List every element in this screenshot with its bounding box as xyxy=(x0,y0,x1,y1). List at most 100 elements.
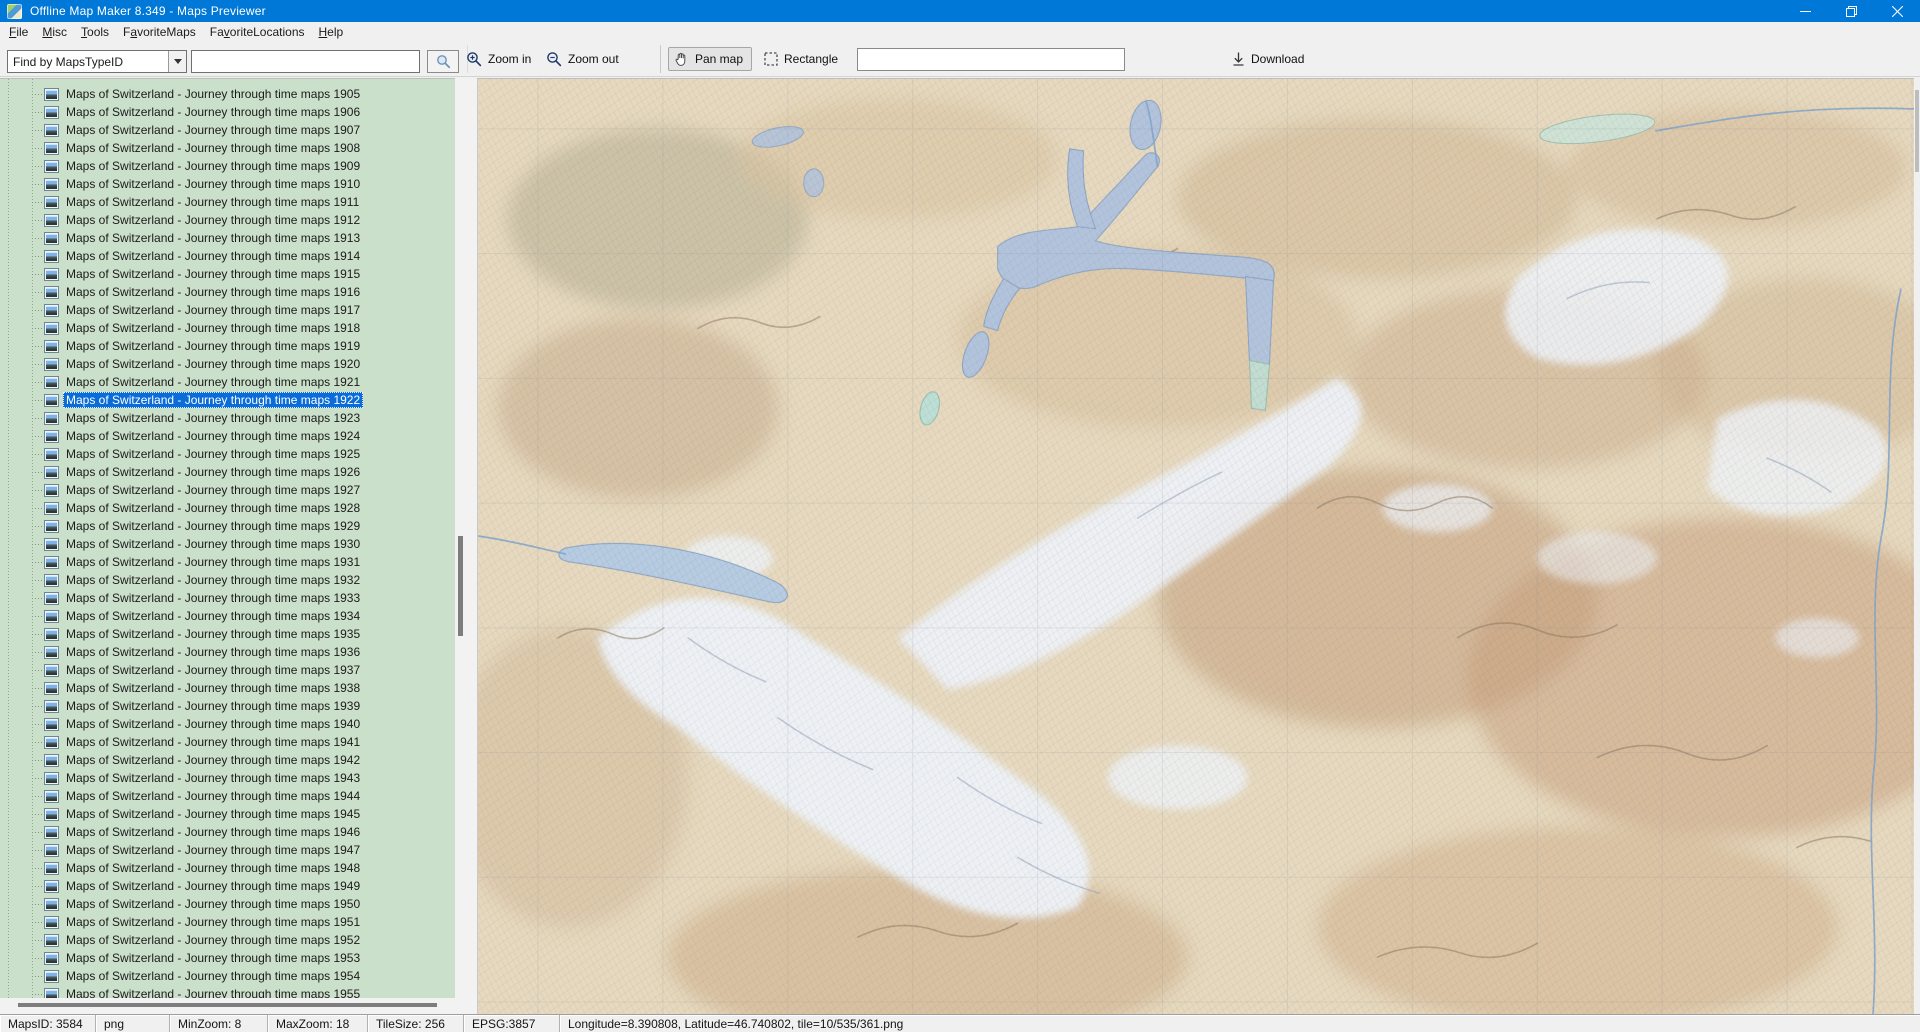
tree-item[interactable]: Maps of Switzerland - Journey through ti… xyxy=(0,859,455,877)
tree-item[interactable]: Maps of Switzerland - Journey through ti… xyxy=(0,391,455,409)
tree-item[interactable]: Maps of Switzerland - Journey through ti… xyxy=(0,571,455,589)
tree-item[interactable]: Maps of Switzerland - Journey through ti… xyxy=(0,121,455,139)
tree-item[interactable]: Maps of Switzerland - Journey through ti… xyxy=(0,193,455,211)
coordinates-input[interactable] xyxy=(857,48,1125,71)
menu-item-tools[interactable]: Tools xyxy=(74,23,116,41)
zoom-out-button[interactable]: Zoom out xyxy=(540,47,625,71)
tree-item[interactable]: Maps of Switzerland - Journey through ti… xyxy=(0,607,455,625)
menu-item-misc[interactable]: Misc xyxy=(35,23,74,41)
tree-item[interactable]: Maps of Switzerland - Journey through ti… xyxy=(0,337,455,355)
map-image-icon xyxy=(44,681,59,695)
window-titlebar: Offline Map Maker 8.349 - Maps Previewer xyxy=(0,0,1920,22)
tree-item[interactable]: Maps of Switzerland - Journey through ti… xyxy=(0,157,455,175)
rectangle-button[interactable]: Rectangle xyxy=(758,47,846,71)
tree-item-label: Maps of Switzerland - Journey through ti… xyxy=(66,105,361,119)
tree-item-label: Maps of Switzerland - Journey through ti… xyxy=(66,573,361,587)
search-input[interactable] xyxy=(191,50,420,73)
tree-item-label: Maps of Switzerland - Journey through ti… xyxy=(66,447,361,461)
find-by-dropdown[interactable]: Find by MapsTypeID xyxy=(7,50,187,73)
tree-item[interactable]: Maps of Switzerland - Journey through ti… xyxy=(0,985,455,998)
tree-item[interactable]: Maps of Switzerland - Journey through ti… xyxy=(0,283,455,301)
tree-item[interactable]: Maps of Switzerland - Journey through ti… xyxy=(0,589,455,607)
tree-item[interactable]: Maps of Switzerland - Journey through ti… xyxy=(0,823,455,841)
tree-item[interactable]: Maps of Switzerland - Journey through ti… xyxy=(0,805,455,823)
tree-item[interactable]: Maps of Switzerland - Journey through ti… xyxy=(0,751,455,769)
tree-item-label: Maps of Switzerland - Journey through ti… xyxy=(66,537,361,551)
tree-item[interactable]: Maps of Switzerland - Journey through ti… xyxy=(0,139,455,157)
status-bar: MapsID: 3584 png MinZoom: 8 MaxZoom: 18 Tile… xyxy=(0,1014,1920,1032)
restore-button[interactable] xyxy=(1828,0,1874,22)
close-button[interactable] xyxy=(1874,0,1920,22)
minimize-button[interactable] xyxy=(1782,0,1828,22)
tree-item[interactable]: Maps of Switzerland - Journey through ti… xyxy=(0,661,455,679)
tree-item[interactable]: Maps of Switzerland - Journey through ti… xyxy=(0,643,455,661)
tree-item[interactable]: Maps of Switzerland - Journey through ti… xyxy=(0,517,455,535)
tree-item[interactable]: Maps of Switzerland - Journey through ti… xyxy=(0,355,455,373)
sidebar-vertical-scrollbar[interactable] xyxy=(455,78,477,998)
pan-map-button[interactable]: Pan map xyxy=(668,47,752,71)
tree-item[interactable]: Maps of Switzerland - Journey through ti… xyxy=(0,697,455,715)
sidebar-horizontal-scrollbar[interactable] xyxy=(0,998,477,1014)
tree-item[interactable]: Maps of Switzerland - Journey through ti… xyxy=(0,715,455,733)
menu-item-favoritelocations[interactable]: FavoriteLocations xyxy=(203,23,312,41)
menu-item-file[interactable]: File xyxy=(2,23,35,41)
map-vertical-scrollbar-thumb[interactable] xyxy=(1915,90,1919,172)
tree-item[interactable]: Maps of Switzerland - Journey through ti… xyxy=(0,85,455,103)
map-vertical-scrollbar[interactable] xyxy=(1914,78,1920,1014)
zoom-in-button[interactable]: Zoom in xyxy=(460,47,537,71)
menu-item-help[interactable]: Help xyxy=(312,23,351,41)
tree-item[interactable]: Maps of Switzerland - Journey through ti… xyxy=(0,211,455,229)
search-button[interactable] xyxy=(427,50,459,73)
tree-item[interactable]: Maps of Switzerland - Journey through ti… xyxy=(0,733,455,751)
tree-item[interactable]: Maps of Switzerland - Journey through ti… xyxy=(0,535,455,553)
map-image-icon xyxy=(44,753,59,767)
tree-item[interactable]: Maps of Switzerland - Journey through ti… xyxy=(0,373,455,391)
map-canvas xyxy=(478,79,1914,1014)
tree-item[interactable]: Maps of Switzerland - Journey through ti… xyxy=(0,949,455,967)
tree-item[interactable]: Maps of Switzerland - Journey through ti… xyxy=(0,679,455,697)
map-image-icon xyxy=(44,915,59,929)
tree-item[interactable]: Maps of Switzerland - Journey through ti… xyxy=(0,553,455,571)
map-viewport[interactable] xyxy=(477,78,1914,1014)
tree-item[interactable]: Maps of Switzerland - Journey through ti… xyxy=(0,913,455,931)
map-image-icon xyxy=(44,141,59,155)
tree-item[interactable]: Maps of Switzerland - Journey through ti… xyxy=(0,931,455,949)
tree-item[interactable]: Maps of Switzerland - Journey through ti… xyxy=(0,787,455,805)
tree-item-label: Maps of Switzerland - Journey through ti… xyxy=(66,249,361,263)
dropdown-arrow-button[interactable] xyxy=(168,51,186,72)
sidebar-horizontal-scrollbar-thumb[interactable] xyxy=(18,1003,437,1007)
map-image-icon xyxy=(44,447,59,461)
tree-item[interactable]: Maps of Switzerland - Journey through ti… xyxy=(0,895,455,913)
tree-item[interactable]: Maps of Switzerland - Journey through ti… xyxy=(0,967,455,985)
zoom-in-icon xyxy=(467,52,482,67)
tree-item[interactable]: Maps of Switzerland - Journey through ti… xyxy=(0,463,455,481)
map-image-icon xyxy=(44,231,59,245)
tree-item[interactable]: Maps of Switzerland - Journey through ti… xyxy=(0,445,455,463)
menu-bar: File Misc Tools FavoriteMaps FavoriteLocatio… xyxy=(0,22,1920,41)
tree-item[interactable]: Maps of Switzerland - Journey through ti… xyxy=(0,409,455,427)
tree-item[interactable]: Maps of Switzerland - Journey through ti… xyxy=(0,247,455,265)
tree-item[interactable]: Maps of Switzerland - Journey through ti… xyxy=(0,499,455,517)
tree-item[interactable]: Maps of Switzerland - Journey through ti… xyxy=(0,265,455,283)
tree-item[interactable]: Maps of Switzerland - Journey through ti… xyxy=(0,877,455,895)
map-image-icon xyxy=(44,807,59,821)
tree-item-label: Maps of Switzerland - Journey through ti… xyxy=(66,87,361,101)
tree-item[interactable]: Maps of Switzerland - Journey through ti… xyxy=(0,319,455,337)
tree-item[interactable]: Maps of Switzerland - Journey through ti… xyxy=(0,103,455,121)
map-image-icon xyxy=(44,771,59,785)
tree-item[interactable]: Maps of Switzerland - Journey through ti… xyxy=(0,229,455,247)
tree-item[interactable]: Maps of Switzerland - Journey through ti… xyxy=(0,175,455,193)
tree-item[interactable]: Maps of Switzerland - Journey through ti… xyxy=(0,841,455,859)
maps-tree-panel: Maps of Switzerland - Journey through ti… xyxy=(0,78,455,998)
sidebar-vertical-scrollbar-thumb[interactable] xyxy=(458,536,463,636)
map-image-icon xyxy=(44,735,59,749)
tree-item[interactable]: Maps of Switzerland - Journey through ti… xyxy=(0,769,455,787)
tree-item-label: Maps of Switzerland - Journey through ti… xyxy=(66,753,361,767)
tree-item[interactable]: Maps of Switzerland - Journey through ti… xyxy=(0,481,455,499)
download-button[interactable]: Download xyxy=(1226,47,1310,71)
tree-item[interactable]: Maps of Switzerland - Journey through ti… xyxy=(0,625,455,643)
tree-item[interactable]: Maps of Switzerland - Journey through ti… xyxy=(0,301,455,319)
menu-item-favoritemaps[interactable]: FavoriteMaps xyxy=(116,23,203,41)
tree-item[interactable]: Maps of Switzerland - Journey through ti… xyxy=(0,427,455,445)
tree-item-label: Maps of Switzerland - Journey through ti… xyxy=(66,843,361,857)
